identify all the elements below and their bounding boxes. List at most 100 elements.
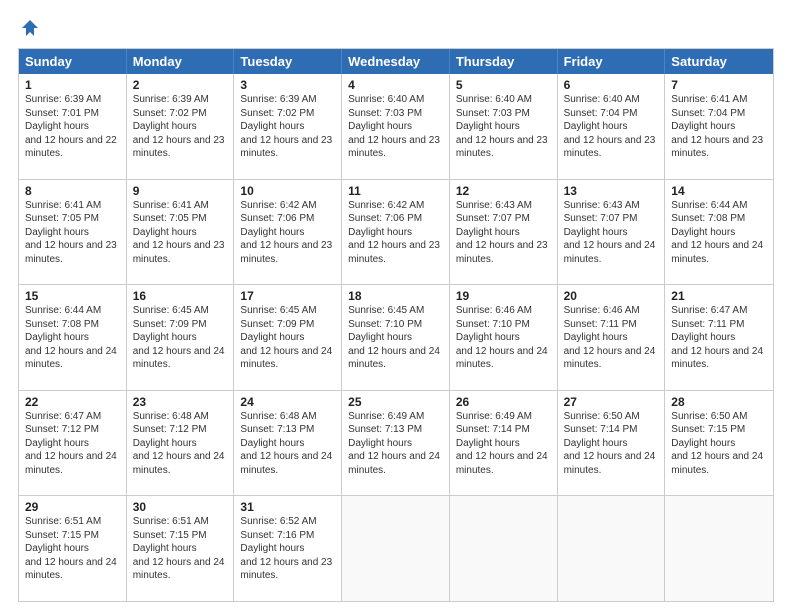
day-number: 20 bbox=[564, 289, 659, 303]
day-info: Sunrise: 6:45 AMSunset: 7:09 PMDaylight … bbox=[240, 305, 332, 370]
day-number: 16 bbox=[133, 289, 228, 303]
day-number: 17 bbox=[240, 289, 335, 303]
calendar-header-cell: Saturday bbox=[665, 49, 773, 74]
calendar-cell: 10 Sunrise: 6:42 AMSunset: 7:06 PMDaylig… bbox=[234, 180, 342, 285]
day-number: 31 bbox=[240, 500, 335, 514]
calendar-cell: 18 Sunrise: 6:45 AMSunset: 7:10 PMDaylig… bbox=[342, 285, 450, 390]
calendar-cell: 30 Sunrise: 6:51 AMSunset: 7:15 PMDaylig… bbox=[127, 496, 235, 601]
day-number: 9 bbox=[133, 184, 228, 198]
calendar-header-cell: Wednesday bbox=[342, 49, 450, 74]
calendar-row: 29 Sunrise: 6:51 AMSunset: 7:15 PMDaylig… bbox=[19, 495, 773, 601]
day-number: 3 bbox=[240, 78, 335, 92]
calendar-cell: 31 Sunrise: 6:52 AMSunset: 7:16 PMDaylig… bbox=[234, 496, 342, 601]
calendar-cell: 5 Sunrise: 6:40 AMSunset: 7:03 PMDayligh… bbox=[450, 74, 558, 179]
calendar-cell: 2 Sunrise: 6:39 AMSunset: 7:02 PMDayligh… bbox=[127, 74, 235, 179]
day-number: 30 bbox=[133, 500, 228, 514]
day-number: 21 bbox=[671, 289, 767, 303]
day-number: 24 bbox=[240, 395, 335, 409]
day-info: Sunrise: 6:39 AMSunset: 7:01 PMDaylight … bbox=[25, 94, 117, 159]
day-number: 13 bbox=[564, 184, 659, 198]
day-info: Sunrise: 6:44 AMSunset: 7:08 PMDaylight … bbox=[25, 305, 117, 370]
day-number: 4 bbox=[348, 78, 443, 92]
calendar-cell: 27 Sunrise: 6:50 AMSunset: 7:14 PMDaylig… bbox=[558, 391, 666, 496]
day-number: 1 bbox=[25, 78, 120, 92]
page: SundayMondayTuesdayWednesdayThursdayFrid… bbox=[0, 0, 792, 612]
calendar-cell: 19 Sunrise: 6:46 AMSunset: 7:10 PMDaylig… bbox=[450, 285, 558, 390]
calendar-cell: 15 Sunrise: 6:44 AMSunset: 7:08 PMDaylig… bbox=[19, 285, 127, 390]
calendar-row: 22 Sunrise: 6:47 AMSunset: 7:12 PMDaylig… bbox=[19, 390, 773, 496]
header bbox=[18, 18, 774, 38]
day-info: Sunrise: 6:51 AMSunset: 7:15 PMDaylight … bbox=[25, 516, 117, 581]
day-number: 19 bbox=[456, 289, 551, 303]
calendar-cell: 7 Sunrise: 6:41 AMSunset: 7:04 PMDayligh… bbox=[665, 74, 773, 179]
calendar-cell: 1 Sunrise: 6:39 AMSunset: 7:01 PMDayligh… bbox=[19, 74, 127, 179]
calendar-cell: 22 Sunrise: 6:47 AMSunset: 7:12 PMDaylig… bbox=[19, 391, 127, 496]
day-info: Sunrise: 6:47 AMSunset: 7:12 PMDaylight … bbox=[25, 411, 117, 476]
day-number: 14 bbox=[671, 184, 767, 198]
calendar-cell: 20 Sunrise: 6:46 AMSunset: 7:11 PMDaylig… bbox=[558, 285, 666, 390]
day-number: 10 bbox=[240, 184, 335, 198]
calendar-cell-empty bbox=[665, 496, 773, 601]
calendar-row: 1 Sunrise: 6:39 AMSunset: 7:01 PMDayligh… bbox=[19, 74, 773, 179]
day-number: 25 bbox=[348, 395, 443, 409]
day-number: 7 bbox=[671, 78, 767, 92]
calendar-header-cell: Tuesday bbox=[234, 49, 342, 74]
day-number: 15 bbox=[25, 289, 120, 303]
day-info: Sunrise: 6:40 AMSunset: 7:03 PMDaylight … bbox=[456, 94, 548, 159]
day-number: 8 bbox=[25, 184, 120, 198]
day-info: Sunrise: 6:44 AMSunset: 7:08 PMDaylight … bbox=[671, 200, 763, 265]
calendar-row: 15 Sunrise: 6:44 AMSunset: 7:08 PMDaylig… bbox=[19, 284, 773, 390]
calendar-cell-empty bbox=[450, 496, 558, 601]
calendar-cell: 3 Sunrise: 6:39 AMSunset: 7:02 PMDayligh… bbox=[234, 74, 342, 179]
day-number: 29 bbox=[25, 500, 120, 514]
day-info: Sunrise: 6:42 AMSunset: 7:06 PMDaylight … bbox=[348, 200, 440, 265]
day-number: 28 bbox=[671, 395, 767, 409]
calendar-cell: 11 Sunrise: 6:42 AMSunset: 7:06 PMDaylig… bbox=[342, 180, 450, 285]
day-info: Sunrise: 6:39 AMSunset: 7:02 PMDaylight … bbox=[133, 94, 225, 159]
day-info: Sunrise: 6:46 AMSunset: 7:11 PMDaylight … bbox=[564, 305, 656, 370]
calendar-cell: 26 Sunrise: 6:49 AMSunset: 7:14 PMDaylig… bbox=[450, 391, 558, 496]
day-number: 23 bbox=[133, 395, 228, 409]
day-info: Sunrise: 6:52 AMSunset: 7:16 PMDaylight … bbox=[240, 516, 332, 581]
calendar-header-cell: Thursday bbox=[450, 49, 558, 74]
day-info: Sunrise: 6:50 AMSunset: 7:14 PMDaylight … bbox=[564, 411, 656, 476]
day-info: Sunrise: 6:43 AMSunset: 7:07 PMDaylight … bbox=[564, 200, 656, 265]
calendar-cell: 16 Sunrise: 6:45 AMSunset: 7:09 PMDaylig… bbox=[127, 285, 235, 390]
day-info: Sunrise: 6:42 AMSunset: 7:06 PMDaylight … bbox=[240, 200, 332, 265]
calendar-header-cell: Sunday bbox=[19, 49, 127, 74]
day-info: Sunrise: 6:40 AMSunset: 7:04 PMDaylight … bbox=[564, 94, 656, 159]
calendar-row: 8 Sunrise: 6:41 AMSunset: 7:05 PMDayligh… bbox=[19, 179, 773, 285]
logo-icon bbox=[20, 18, 40, 38]
calendar-cell: 21 Sunrise: 6:47 AMSunset: 7:11 PMDaylig… bbox=[665, 285, 773, 390]
calendar: SundayMondayTuesdayWednesdayThursdayFrid… bbox=[18, 48, 774, 602]
day-number: 11 bbox=[348, 184, 443, 198]
calendar-cell: 14 Sunrise: 6:44 AMSunset: 7:08 PMDaylig… bbox=[665, 180, 773, 285]
day-info: Sunrise: 6:46 AMSunset: 7:10 PMDaylight … bbox=[456, 305, 548, 370]
calendar-cell-empty bbox=[558, 496, 666, 601]
day-info: Sunrise: 6:51 AMSunset: 7:15 PMDaylight … bbox=[133, 516, 225, 581]
day-number: 6 bbox=[564, 78, 659, 92]
day-info: Sunrise: 6:48 AMSunset: 7:12 PMDaylight … bbox=[133, 411, 225, 476]
day-info: Sunrise: 6:50 AMSunset: 7:15 PMDaylight … bbox=[671, 411, 763, 476]
day-number: 5 bbox=[456, 78, 551, 92]
day-number: 26 bbox=[456, 395, 551, 409]
day-info: Sunrise: 6:41 AMSunset: 7:05 PMDaylight … bbox=[25, 200, 117, 265]
calendar-cell: 6 Sunrise: 6:40 AMSunset: 7:04 PMDayligh… bbox=[558, 74, 666, 179]
day-info: Sunrise: 6:41 AMSunset: 7:05 PMDaylight … bbox=[133, 200, 225, 265]
calendar-cell: 4 Sunrise: 6:40 AMSunset: 7:03 PMDayligh… bbox=[342, 74, 450, 179]
calendar-cell: 9 Sunrise: 6:41 AMSunset: 7:05 PMDayligh… bbox=[127, 180, 235, 285]
day-info: Sunrise: 6:47 AMSunset: 7:11 PMDaylight … bbox=[671, 305, 763, 370]
day-number: 12 bbox=[456, 184, 551, 198]
day-number: 27 bbox=[564, 395, 659, 409]
calendar-cell: 29 Sunrise: 6:51 AMSunset: 7:15 PMDaylig… bbox=[19, 496, 127, 601]
day-number: 18 bbox=[348, 289, 443, 303]
calendar-body: 1 Sunrise: 6:39 AMSunset: 7:01 PMDayligh… bbox=[19, 74, 773, 601]
day-number: 2 bbox=[133, 78, 228, 92]
calendar-cell: 12 Sunrise: 6:43 AMSunset: 7:07 PMDaylig… bbox=[450, 180, 558, 285]
day-info: Sunrise: 6:49 AMSunset: 7:14 PMDaylight … bbox=[456, 411, 548, 476]
day-info: Sunrise: 6:45 AMSunset: 7:10 PMDaylight … bbox=[348, 305, 440, 370]
day-info: Sunrise: 6:48 AMSunset: 7:13 PMDaylight … bbox=[240, 411, 332, 476]
calendar-header: SundayMondayTuesdayWednesdayThursdayFrid… bbox=[19, 49, 773, 74]
calendar-header-cell: Monday bbox=[127, 49, 235, 74]
day-info: Sunrise: 6:39 AMSunset: 7:02 PMDaylight … bbox=[240, 94, 332, 159]
